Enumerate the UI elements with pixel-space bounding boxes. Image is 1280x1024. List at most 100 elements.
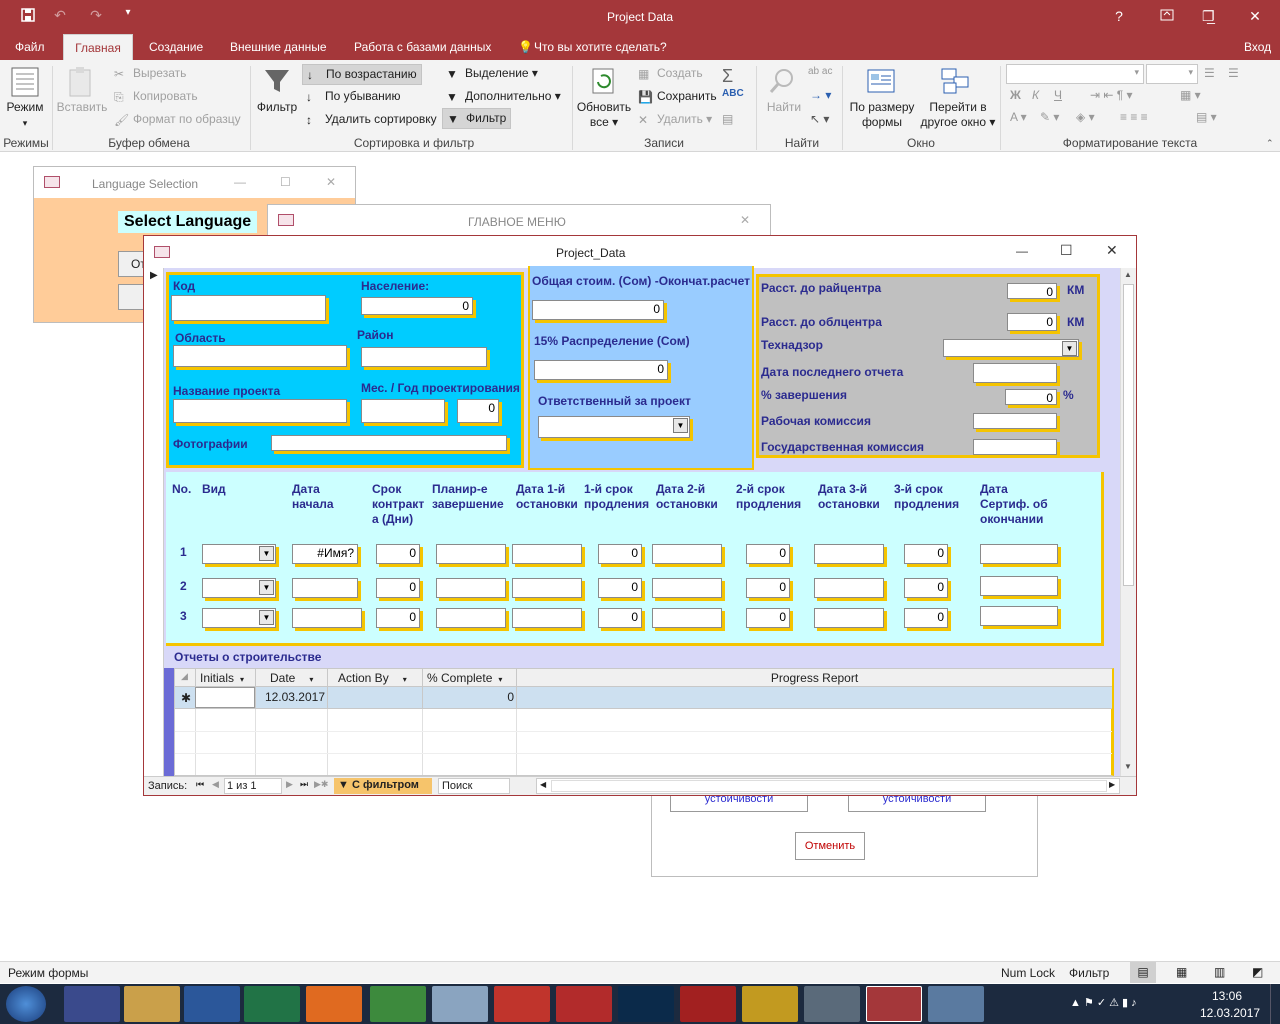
certificate-field[interactable] [980,544,1058,564]
app-building-icon[interactable] [556,986,612,1022]
new-record-nav-icon[interactable]: ▶✱ [314,779,328,790]
completion-field[interactable]: 0 [1005,389,1057,405]
state-commission-field[interactable] [973,439,1057,455]
date-cell[interactable]: 12.03.2017 [255,687,327,708]
population-field[interactable]: 0 [361,297,473,315]
code-field[interactable] [171,295,326,321]
year-field[interactable]: 0 [457,399,499,423]
restore-button[interactable]: ❐ [1202,8,1215,25]
scroll-down-icon[interactable]: ▼ [1124,762,1132,771]
dropdown-arrow-icon[interactable]: ▼ [259,610,274,625]
paint-icon[interactable] [928,986,984,1022]
new-record-button[interactable]: ▦ Создать [638,66,703,81]
vertical-scrollbar[interactable]: ▲ ▼ [1120,268,1136,776]
action-by-cell[interactable] [327,687,422,708]
dropdown-arrow-icon[interactable]: ▼ [259,546,274,561]
select-all-corner[interactable]: ◢ [181,671,188,682]
certificate-field[interactable] [980,576,1058,596]
contract-term-field[interactable]: 0 [376,608,420,628]
first-record-icon[interactable]: ⏮ [196,779,204,790]
access-icon[interactable] [866,986,922,1022]
file-explorer-icon[interactable] [124,986,180,1022]
record-selector[interactable]: ▶ [144,268,164,776]
distribution-field[interactable]: 0 [534,360,668,380]
start-date-field[interactable] [292,578,358,598]
show-desktop-button[interactable] [1270,984,1280,1024]
design-view-icon[interactable]: ◩ [1252,965,1263,979]
select-cursor-icon[interactable]: ↖ ▾ [810,112,829,126]
planned-completion-field[interactable] [436,578,506,598]
start-button[interactable] [6,986,46,1022]
clock-time[interactable]: 13:06 [1212,989,1242,1003]
goto-arrow-icon[interactable]: → ▾ [810,88,831,102]
stop2-field[interactable] [652,608,722,628]
tell-me-box[interactable]: Что вы хотите сделать? [530,34,671,60]
sort-ascending-button[interactable]: ↓ По возрастанию [302,64,422,85]
supervision-combo[interactable]: ▼ [943,339,1079,357]
italic-button[interactable]: К [1032,88,1039,102]
h-scroll-thumb[interactable] [551,780,1107,792]
ext3-field[interactable]: 0 [904,578,948,598]
tab-create[interactable]: Создание [145,34,207,60]
month-field[interactable] [361,399,445,423]
toggle-filter-button[interactable]: ▼ Фильтр [442,108,512,129]
col-percent-complete[interactable]: % Complete ▾ [422,669,516,687]
col-date[interactable]: Date ▾ [255,669,327,687]
new-record-row[interactable]: ✱ 12.03.2017 0 [175,687,1112,709]
replace-icon[interactable]: ab ac [808,66,832,77]
autocad-icon[interactable] [680,986,736,1022]
ext3-field[interactable]: 0 [904,544,948,564]
project-close-icon[interactable]: ✕ [1106,242,1118,259]
region-field[interactable] [173,345,347,367]
scroll-left-icon[interactable]: ◀ [540,780,546,789]
ext1-field[interactable]: 0 [598,544,642,564]
taskbar-app-1[interactable] [64,986,120,1022]
total-cost-field[interactable]: 0 [532,300,664,320]
format-painter-button[interactable]: 🖌 Формат по образцу [114,112,241,127]
clock-date[interactable]: 12.03.2017 [1200,1006,1260,1020]
dist-oblast-field[interactable]: 0 [1007,313,1057,331]
planned-completion-field[interactable] [436,544,506,564]
spelling-icon[interactable]: ABC [722,88,744,99]
dropdown-arrow-icon[interactable]: ▼ [259,580,274,595]
close-button[interactable]: ✕ [1232,0,1278,32]
fit-to-form-icon[interactable] [866,66,896,99]
sign-in-link[interactable]: Вход [1240,34,1275,60]
filter-funnel-icon[interactable] [262,66,292,99]
datasheet-view-icon[interactable]: ▦ [1176,965,1187,979]
stop3-field[interactable] [814,578,884,598]
ext2-field[interactable]: 0 [746,544,790,564]
underline-button[interactable]: Ч [1054,88,1062,102]
ext2-field[interactable]: 0 [746,608,790,628]
ribbon-display-icon[interactable] [1144,0,1190,32]
stop1-field[interactable] [512,608,582,628]
contract-term-field[interactable]: 0 [376,544,420,564]
archicad-icon[interactable] [742,986,798,1022]
project-name-field[interactable] [173,399,347,423]
stop1-field[interactable] [512,578,582,598]
dist-rayon-field[interactable]: 0 [1007,283,1057,299]
project-maximize-icon[interactable]: ☐ [1060,242,1073,259]
next-record-icon[interactable]: ▶ [286,779,293,790]
mode-button[interactable]: Режим [4,100,46,115]
gridlines-icon[interactable]: ▦ ▾ [1180,88,1201,102]
district-field[interactable] [361,347,487,367]
remove-sort-button[interactable]: ↕ Удалить сортировку [306,112,437,127]
bold-button[interactable]: Ж [1010,88,1021,102]
copy-button[interactable]: ⎘ Копировать [114,89,198,104]
type-combo[interactable]: ▼ [202,578,276,598]
excel-icon[interactable] [244,986,300,1022]
tab-database-tools[interactable]: Работа с базами данных [350,34,495,60]
project-minimize-icon[interactable]: — [1016,244,1028,258]
lang-maximize-icon[interactable]: ☐ [280,175,291,189]
tab-file[interactable]: Файл [11,34,49,60]
fill-color-icon[interactable]: ◈ ▾ [1076,110,1095,124]
delete-record-button[interactable]: ✕ Удалить ▾ [638,112,712,127]
calculator-icon[interactable] [432,986,488,1022]
cancel-button[interactable]: Отменить [795,832,865,860]
selection-button[interactable]: ▼ Выделение ▾ [446,66,538,81]
record-position-field[interactable]: 1 из 1 [224,778,282,794]
app-red-icon[interactable] [494,986,550,1022]
stop2-field[interactable] [652,578,722,598]
progress-report-cell[interactable] [516,687,1112,708]
